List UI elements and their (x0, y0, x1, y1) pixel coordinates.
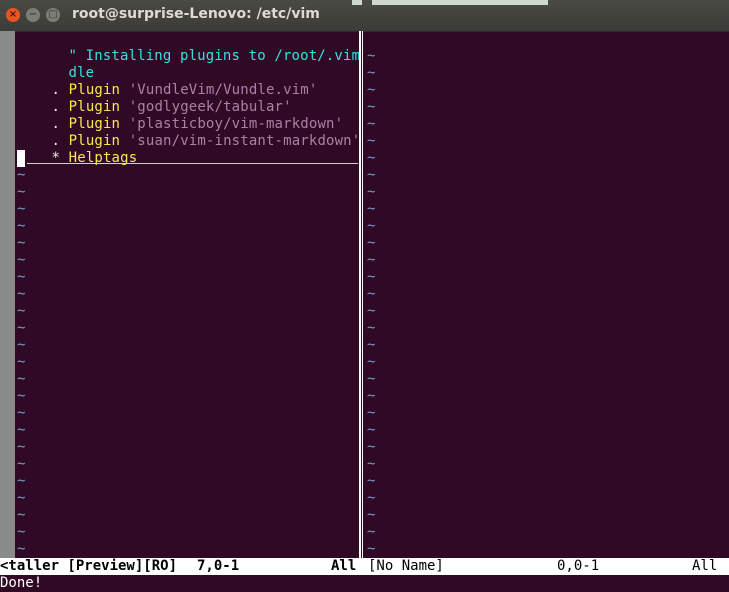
empty-line-tilde: ~ (367, 99, 376, 115)
empty-line-tilde: ~ (17, 235, 26, 251)
empty-line-tilde: ~ (17, 218, 26, 234)
empty-line-tilde: ~ (367, 524, 376, 540)
empty-line-tilde: ~ (367, 116, 376, 132)
empty-line-tilde: ~ (367, 405, 376, 421)
empty-line-tilde: ~ (367, 269, 376, 285)
empty-line-tilde: ~ (367, 133, 376, 149)
left-vim-window[interactable]: " Installing plugins to /root/.vim/bun d… (0, 31, 360, 558)
vim-statusline: <taller [Preview][RO] 7,0-1 All [No Name… (0, 558, 729, 575)
terminal-area[interactable]: " Installing plugins to /root/.vim/bun d… (0, 31, 729, 592)
empty-line-tilde: ~ (367, 65, 376, 81)
empty-line-tilde: ~ (17, 541, 26, 557)
buffer-line-6: . Plugin 'suan/vim-instant-markdown' (0, 116, 360, 149)
empty-line-tilde: ~ (17, 371, 26, 387)
text-cursor (17, 150, 25, 167)
empty-line-tilde: ~ (367, 541, 376, 557)
right-status-scroll: All (692, 558, 718, 574)
window-title: root@surprise-Lenovo: /etc/vim (72, 6, 320, 22)
buffer-line-3: . Plugin 'VundleVim/Vundle.vim' (0, 65, 317, 98)
right-status-position: 0,0-1 (557, 558, 600, 574)
empty-line-tilde: ~ (17, 473, 26, 489)
background-window-edge (372, 0, 548, 5)
empty-line-tilde: ~ (17, 286, 26, 302)
plugin-name: 'suan/vim-instant-markdown' (128, 133, 360, 149)
buffer-line-1: " Installing plugins to /root/.vim/bun (17, 31, 360, 64)
empty-line-tilde: ~ (367, 48, 376, 64)
empty-line-tilde: ~ (367, 218, 376, 234)
empty-line-tilde: ~ (367, 303, 376, 319)
left-status-filename: <taller [Preview][RO] (0, 558, 178, 574)
empty-line-tilde: ~ (367, 184, 376, 200)
empty-line-tilde: ~ (367, 388, 376, 404)
left-status-position: 7,0-1 (197, 558, 240, 574)
window-titlebar[interactable]: × − □ root@surprise-Lenovo: /etc/vim (0, 0, 729, 32)
empty-line-tilde: ~ (367, 252, 376, 268)
buffer-line-7: * Helptags (0, 133, 137, 166)
empty-line-tilde: ~ (17, 388, 26, 404)
empty-line-tilde: ~ (17, 201, 26, 217)
empty-line-tilde: ~ (367, 422, 376, 438)
empty-line-tilde: ~ (367, 507, 376, 523)
empty-line-tilde: ~ (17, 320, 26, 336)
maximize-icon[interactable]: □ (46, 8, 60, 22)
empty-line-tilde: ~ (17, 354, 26, 370)
command-line-message: Done! (0, 575, 43, 591)
buffer-line-2: dle (17, 48, 94, 81)
comment-text: " Installing plugins to /root/.vim/bun (68, 48, 360, 64)
empty-line-tilde: ~ (367, 371, 376, 387)
empty-line-tilde: ~ (367, 354, 376, 370)
empty-line-tilde: ~ (17, 252, 26, 268)
empty-line-tilde: ~ (367, 320, 376, 336)
empty-line-tilde: ~ (367, 456, 376, 472)
empty-line-tilde: ~ (17, 422, 26, 438)
empty-line-tilde: ~ (17, 507, 26, 523)
empty-line-tilde: ~ (367, 286, 376, 302)
empty-line-tilde: ~ (367, 490, 376, 506)
right-status-filename: [No Name] (368, 558, 444, 574)
empty-line-tilde: ~ (17, 524, 26, 540)
empty-line-tilde: ~ (17, 167, 26, 183)
close-icon[interactable]: × (6, 8, 20, 22)
empty-line-tilde: ~ (17, 184, 26, 200)
empty-line-tilde: ~ (17, 405, 26, 421)
empty-line-tilde: ~ (367, 201, 376, 217)
empty-line-tilde: ~ (367, 82, 376, 98)
empty-line-tilde: ~ (367, 167, 376, 183)
empty-line-tilde: ~ (17, 439, 26, 455)
empty-line-tilde: ~ (17, 456, 26, 472)
empty-line-tilde: ~ (367, 235, 376, 251)
separator-gap (361, 31, 362, 558)
empty-line-tilde: ~ (17, 269, 26, 285)
empty-line-tilde: ~ (17, 303, 26, 319)
minimize-icon[interactable]: − (26, 8, 40, 22)
empty-line-tilde: ~ (367, 337, 376, 353)
empty-line-tilde: ~ (367, 439, 376, 455)
empty-line-tilde: ~ (367, 150, 376, 166)
buffer-line-4: . Plugin 'godlygeek/tabular' (0, 82, 292, 115)
buffer-line-5: . Plugin 'plasticboy/vim-markdown' (0, 99, 343, 132)
empty-line-tilde: ~ (367, 473, 376, 489)
empty-line-tilde: ~ (17, 337, 26, 353)
cursorline-underline (27, 163, 358, 164)
background-window-edge (352, 0, 362, 5)
empty-line-tilde: ~ (17, 490, 26, 506)
left-status-scroll: All (331, 558, 357, 574)
